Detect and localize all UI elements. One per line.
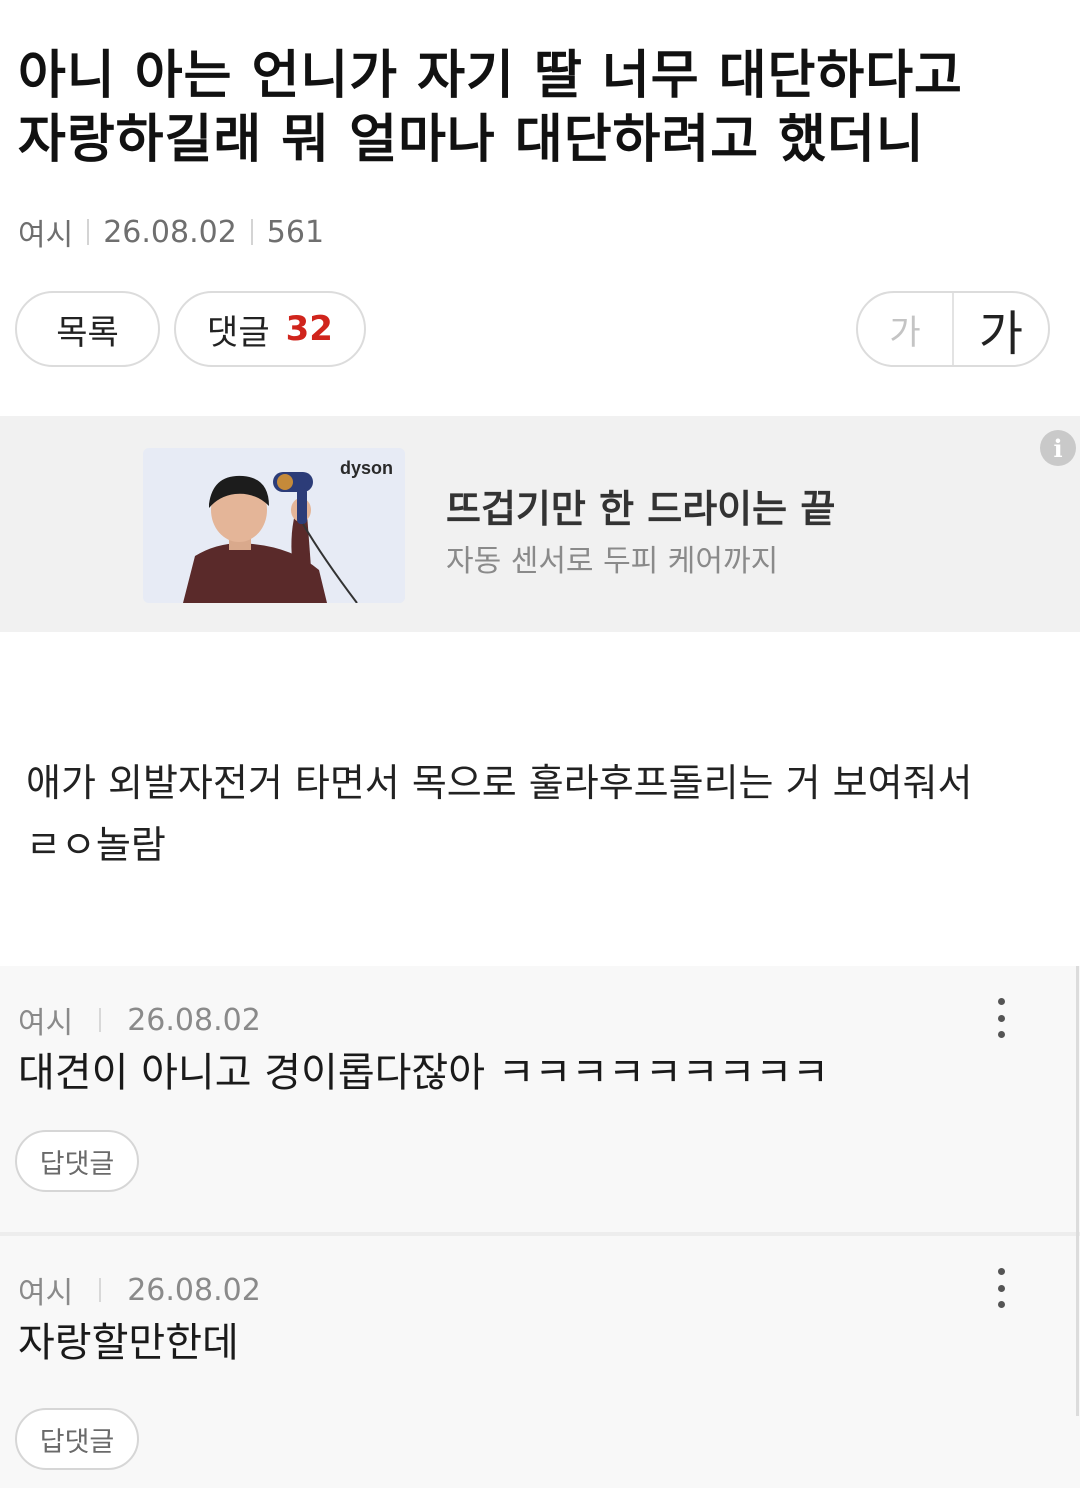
more-options-icon[interactable] [988, 998, 1014, 1038]
post-views: 561 [266, 214, 325, 250]
comments-count: 32 [285, 309, 333, 349]
comment-item: 여시 26.08.02 대견이 아니고 경이롭다잖아 ㅋㅋㅋㅋㅋㅋㅋㅋㅋ 답댓글 [0, 966, 1080, 1232]
font-size-large-button[interactable]: 가 [954, 293, 1048, 365]
ad-brand-logo: dyson [339, 458, 393, 478]
comment-date: 26.08.02 [127, 1272, 261, 1308]
list-button-label: 목록 [56, 312, 119, 353]
comment-text: 자랑할만한데 [18, 1320, 239, 1366]
meta-divider [99, 1008, 102, 1032]
reply-button[interactable]: 답댓글 [15, 1130, 139, 1192]
font-size-toggle: 가 가 [856, 291, 1050, 367]
post-date: 26.08.02 [103, 214, 237, 250]
post-body: 애가 외발자전거 타면서 목으로 훌라후프돌리는 거 보여줘서 ㄹㅇ놀람 [26, 752, 1056, 876]
comment-author: 여시 [18, 1006, 74, 1041]
comment-meta: 여시 26.08.02 [18, 998, 261, 1042]
comment-item: 여시 26.08.02 자랑할만한데 답댓글 [0, 1236, 1080, 1488]
reply-button-label: 답댓글 [39, 1426, 115, 1458]
list-button[interactable]: 목록 [15, 291, 160, 367]
ad-banner[interactable]: dyson 뜨겁기만 한 드라이는 끝 자동 센서로 두피 케어까지 i [0, 416, 1080, 632]
meta-divider [250, 219, 253, 245]
ad-subline: 자동 센서로 두피 케어까지 [446, 544, 779, 579]
comment-author: 여시 [18, 1276, 74, 1311]
reply-button-label: 답댓글 [39, 1148, 115, 1180]
more-options-icon[interactable] [988, 1268, 1014, 1308]
comment-meta: 여시 26.08.02 [18, 1268, 261, 1312]
ad-headline[interactable]: 뜨겁기만 한 드라이는 끝 [446, 478, 835, 533]
post-body-line-1: 애가 외발자전거 타면서 목으로 훌라후프돌리는 거 보여줘서 [26, 761, 973, 805]
comments-button-label: 댓글 [207, 312, 270, 353]
info-icon[interactable]: i [1040, 430, 1076, 466]
meta-divider [99, 1278, 102, 1302]
meta-divider [87, 219, 90, 245]
scrollbar[interactable] [1076, 966, 1079, 1416]
comment-date: 26.08.02 [127, 1002, 261, 1038]
post-page: 아니 아는 언니가 자기 딸 너무 대단하다고 자랑하길래 뭐 얼마나 대단하려… [0, 0, 1080, 1488]
post-meta: 여시 26.08.02 561 [18, 210, 324, 254]
post-author: 여시 [18, 218, 74, 253]
post-title: 아니 아는 언니가 자기 딸 너무 대단하다고 자랑하길래 뭐 얼마나 대단하려… [18, 44, 1058, 172]
post-title-line-2: 자랑하길래 뭐 얼마나 대단하려고 했더니 [18, 110, 925, 170]
post-title-line-1: 아니 아는 언니가 자기 딸 너무 대단하다고 [18, 46, 963, 106]
comments-button[interactable]: 댓글 32 [174, 291, 366, 367]
ad-image[interactable]: dyson [143, 448, 405, 603]
font-size-small-button[interactable]: 가 [858, 293, 954, 365]
reply-button[interactable]: 답댓글 [15, 1408, 139, 1470]
post-body-line-2: ㄹㅇ놀람 [26, 823, 166, 867]
comment-text: 대견이 아니고 경이롭다잖아 ㅋㅋㅋㅋㅋㅋㅋㅋㅋ [18, 1050, 829, 1096]
